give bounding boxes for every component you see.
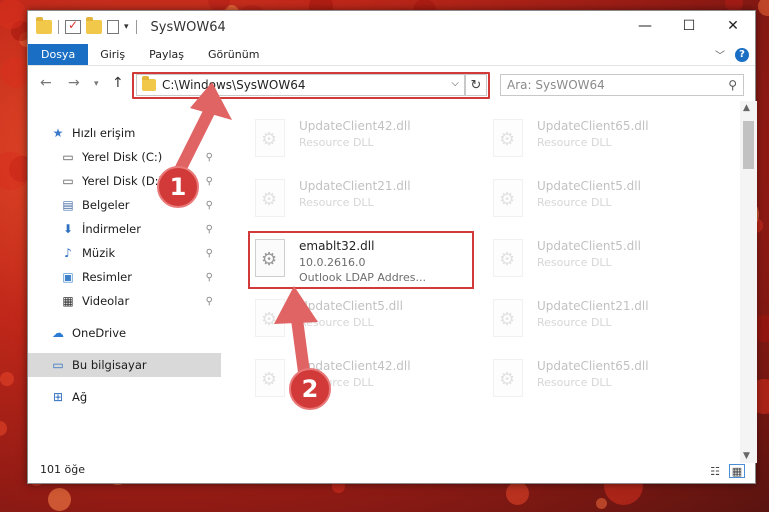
- step-callout-1: 1: [157, 166, 199, 208]
- annotation-overlay: [174, 82, 318, 378]
- arrow-to-file: [274, 286, 318, 378]
- step-callout-2: 2: [289, 368, 331, 410]
- arrow-to-address-bar: [174, 82, 232, 176]
